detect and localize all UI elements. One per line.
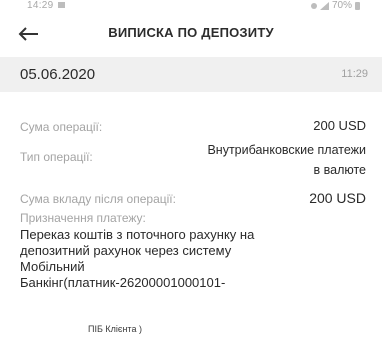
location-icon	[310, 2, 317, 9]
signal-icon	[319, 1, 329, 10]
app-header: ВИПИСКА ПО ДЕПОЗИТУ	[0, 14, 382, 54]
page-title: ВИПИСКА ПО ДЕПОЗИТУ	[108, 25, 274, 40]
deposit-balance-label: Сума вкладу після операції:	[20, 192, 176, 206]
operation-type-value: Внутрибанковские платежи в валюте	[207, 143, 366, 177]
status-bar: 14:29 70%	[0, 0, 382, 14]
payment-purpose-label: Призначення платежу:	[20, 211, 146, 225]
operation-date: 05.06.2020	[20, 66, 96, 83]
battery-icon	[355, 1, 360, 10]
status-time: 14:29	[27, 0, 65, 11]
operation-time: 11:29	[341, 68, 368, 80]
amount-value: 200 USD	[313, 118, 366, 133]
payer-name: ПІБ Клієнта )	[88, 324, 142, 334]
deposit-balance-value: 200 USD	[309, 190, 366, 206]
status-time-text: 14:29	[27, 0, 54, 11]
amount-label: Сума операції:	[20, 120, 103, 134]
operation-type-label: Тип операції:	[20, 150, 93, 164]
payment-purpose-text: Переказ коштів з поточного рахунку на де…	[20, 227, 255, 290]
notification-icon	[57, 2, 65, 9]
operation-date-band: 05.06.2020 11:29	[0, 57, 382, 92]
deposit-statement-screen: 14:29 70% ВИПИСКА ПО ДЕПОЗИТУ 05.06.2020…	[0, 0, 382, 344]
battery-percent: 70%	[331, 0, 352, 11]
status-indicators: 70%	[310, 0, 360, 11]
